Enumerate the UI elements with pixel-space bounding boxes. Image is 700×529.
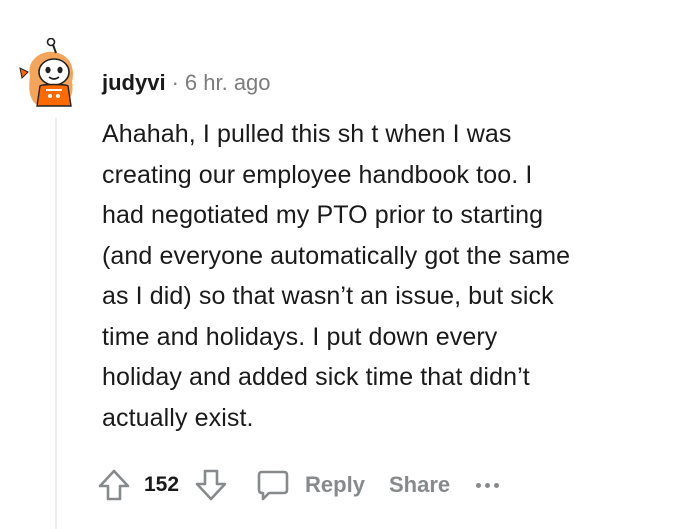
snoo-avatar-icon	[19, 37, 74, 107]
more-options-button[interactable]	[476, 482, 500, 488]
ellipsis-icon	[476, 482, 482, 488]
user-avatar[interactable]	[16, 37, 86, 110]
meta-separator: ·	[171, 70, 179, 95]
comment-actions: 152 Reply Share	[96, 462, 500, 508]
comment-meta: judyvi · 6 hr. ago	[102, 66, 271, 100]
ellipsis-icon	[485, 482, 491, 488]
comment-text: Ahahah, I pulled this sh t when I was cr…	[102, 120, 571, 432]
thread-line[interactable]	[55, 118, 57, 529]
comment-timestamp[interactable]: 6 hr. ago	[185, 70, 271, 96]
share-button[interactable]: Share	[389, 472, 450, 498]
reply-button[interactable]: Reply	[255, 467, 365, 503]
comment-author[interactable]: judyvi	[102, 70, 166, 96]
reply-label: Reply	[305, 472, 365, 497]
vote-count: 152	[144, 473, 180, 496]
comment-body: Ahahah, I pulled this sh t when I was cr…	[102, 114, 662, 438]
upvote-arrow-icon	[98, 469, 130, 501]
downvote-arrow-icon	[195, 469, 227, 501]
ellipsis-icon	[494, 482, 500, 488]
speech-bubble-icon	[257, 470, 289, 501]
downvote-button[interactable]	[193, 467, 229, 503]
upvote-button[interactable]	[96, 467, 132, 503]
